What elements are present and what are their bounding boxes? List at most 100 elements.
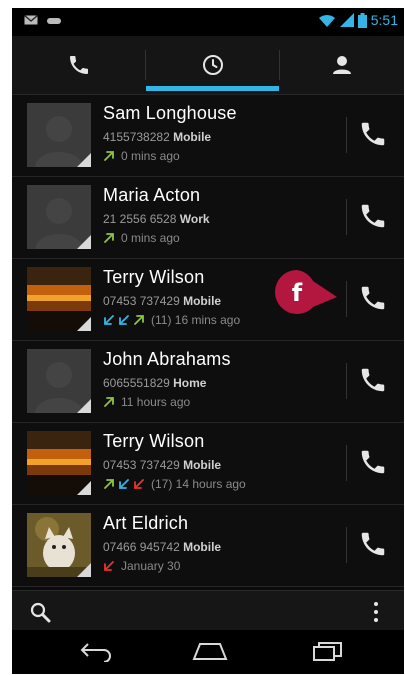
- contact-name: Terry Wilson: [103, 431, 205, 451]
- call-meta: (17) 14 hours ago: [103, 476, 246, 492]
- call-log-row[interactable]: Sam Longhouse 4155738282 Mobile 0 mins ago: [12, 95, 404, 177]
- quick-contact-corner: [77, 235, 91, 249]
- quick-contact-corner: [77, 563, 91, 577]
- phone-number: 07466 945742: [103, 540, 180, 554]
- search-icon[interactable]: [29, 601, 51, 623]
- call-log-row[interactable]: John Abrahams 6065551829 Home 11 hours ago: [12, 341, 404, 423]
- status-time: 5:51: [370, 12, 398, 28]
- contact-avatar[interactable]: [27, 513, 91, 577]
- tab-contacts[interactable]: [280, 36, 404, 94]
- number-type: Home: [173, 376, 207, 390]
- call-outgoing-arrow-icon: [104, 479, 114, 489]
- call-time: (17) 14 hours ago: [151, 477, 246, 491]
- call-incoming-arrow-icon: [104, 315, 114, 325]
- call-time: 11 hours ago: [121, 395, 191, 409]
- overflow-menu-icon[interactable]: [372, 601, 380, 623]
- tab-bar: [12, 36, 404, 95]
- contact-number: 07453 737429 Mobile: [103, 294, 221, 308]
- call-incoming-arrow-icon: [119, 479, 129, 489]
- contact-number: 07453 737429 Mobile: [103, 458, 221, 472]
- contact-number: 07466 945742 Mobile: [103, 540, 221, 554]
- call-back-button[interactable]: [358, 529, 388, 559]
- phone-number: 07453 737429: [103, 294, 180, 308]
- quick-contact-corner: [77, 153, 91, 167]
- home-icon[interactable]: [190, 640, 230, 662]
- row-divider: [346, 445, 347, 481]
- phone-number: 07453 737429: [103, 458, 180, 472]
- contact-avatar[interactable]: [27, 267, 91, 331]
- person-icon: [333, 56, 351, 74]
- call-incoming-arrow-icon: [119, 315, 129, 325]
- tab-phone[interactable]: [12, 36, 145, 94]
- number-type: Mobile: [173, 130, 212, 144]
- row-divider: [346, 281, 347, 317]
- quick-contact-corner: [77, 399, 91, 413]
- call-back-button[interactable]: [358, 119, 388, 149]
- row-divider: [346, 363, 347, 399]
- call-log-row[interactable]: Terry Wilson 07453 737429 Mobile (17) 14 h…: [12, 423, 404, 505]
- recents-icon[interactable]: [312, 640, 344, 662]
- contact-avatar[interactable]: [27, 103, 91, 167]
- call-time: 0 mins ago: [121, 231, 180, 245]
- call-outgoing-arrow-icon: [104, 233, 114, 243]
- call-log-row[interactable]: Maria Acton 21 2556 6528 Work 0 mins ago: [12, 177, 404, 259]
- mail-icon: [24, 15, 38, 25]
- contact-name: John Abrahams: [103, 349, 231, 369]
- phone-number: 6065551829: [103, 376, 170, 390]
- phone-screen: 5:51 Sam Longhouse 4155738282 Mobile 0 min…: [12, 8, 404, 674]
- signal-icon: [339, 13, 354, 27]
- call-back-button[interactable]: [358, 201, 388, 231]
- call-back-button[interactable]: [358, 283, 388, 313]
- row-divider: [346, 527, 347, 563]
- call-time: (11) 16 mins ago: [151, 313, 241, 327]
- contact-number: 6065551829 Home: [103, 376, 206, 390]
- quick-contact-corner: [77, 317, 91, 331]
- call-time: January 30: [121, 559, 181, 573]
- navigation-bar: [12, 630, 404, 674]
- row-divider: [346, 199, 347, 235]
- back-icon[interactable]: [78, 640, 114, 662]
- wifi-icon: [318, 14, 335, 27]
- call-log-row[interactable]: Terry Wilson 07453 737429 Mobile (11) 16 m…: [12, 259, 404, 341]
- call-meta: (11) 16 mins ago: [103, 312, 240, 328]
- contact-name: Art Eldrich: [103, 513, 189, 533]
- number-type: Work: [179, 212, 210, 226]
- contact-name: Sam Longhouse: [103, 103, 237, 123]
- row-divider: [346, 117, 347, 153]
- call-meta: 0 mins ago: [103, 148, 180, 164]
- battery-icon: [357, 12, 367, 28]
- quick-contact-corner: [77, 481, 91, 495]
- call-log-row[interactable]: Art Eldrich 07466 945742 Mobile January 30: [12, 505, 404, 587]
- number-type: Mobile: [183, 540, 222, 554]
- number-type: Mobile: [183, 294, 222, 308]
- bottom-action-bar: [12, 590, 404, 631]
- status-bar: 5:51: [12, 8, 404, 36]
- call-outgoing-arrow-icon: [104, 397, 114, 407]
- call-missed-arrow-icon: [104, 561, 114, 571]
- call-outgoing-arrow-icon: [104, 151, 114, 161]
- call-time: 0 mins ago: [121, 149, 180, 163]
- call-meta: 0 mins ago: [103, 230, 180, 246]
- selected-tab-indicator: [146, 86, 279, 91]
- contact-number: 21 2556 6528 Work: [103, 212, 210, 226]
- contact-avatar[interactable]: [27, 185, 91, 249]
- number-type: Mobile: [183, 458, 222, 472]
- contact-name: Terry Wilson: [103, 267, 205, 287]
- call-missed-arrow-icon: [134, 479, 144, 489]
- contact-avatar[interactable]: [27, 431, 91, 495]
- callout-label: f: [292, 279, 303, 307]
- clock-icon: [202, 55, 223, 75]
- call-back-button[interactable]: [358, 447, 388, 477]
- contact-number: 4155738282 Mobile: [103, 130, 211, 144]
- callout-marker: f: [275, 270, 337, 314]
- call-meta: January 30: [103, 558, 180, 574]
- call-log-list: Sam Longhouse 4155738282 Mobile 0 mins ago…: [12, 95, 404, 590]
- phone-number: 21 2556 6528: [103, 212, 177, 226]
- phone-icon: [69, 56, 88, 74]
- call-meta: 11 hours ago: [103, 394, 190, 410]
- contact-name: Maria Acton: [103, 185, 201, 205]
- call-outgoing-arrow-icon: [134, 315, 144, 325]
- call-back-button[interactable]: [358, 365, 388, 395]
- phone-number: 4155738282: [103, 130, 170, 144]
- contact-avatar[interactable]: [27, 349, 91, 413]
